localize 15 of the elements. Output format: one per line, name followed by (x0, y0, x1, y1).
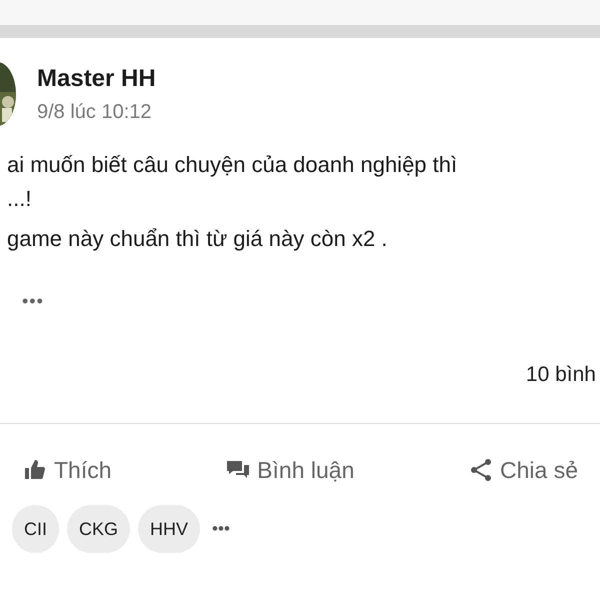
author-name[interactable]: Master HH (37, 64, 156, 94)
more-button[interactable]: ••• (22, 291, 44, 311)
comment-count[interactable]: 10 bình (526, 359, 596, 390)
share-button[interactable]: Chia sẻ (468, 452, 578, 487)
stock-tag[interactable]: HHV (138, 505, 200, 553)
stock-tag[interactable]: CKG (67, 505, 130, 553)
stock-tag[interactable]: CII (12, 505, 60, 553)
comment-button[interactable]: Bình luận (225, 452, 354, 487)
thumbs-up-icon (22, 458, 48, 482)
more-tags-button[interactable]: ••• (212, 516, 230, 542)
post-text-line: ...! (7, 185, 32, 213)
post-text-line: game này chuẩn thì từ giá này còn x2 . (7, 225, 388, 253)
post-text-line: ai muốn biết câu chuyện của doanh nghiệp thì (7, 151, 458, 179)
like-button[interactable]: Thích (22, 452, 112, 487)
post-time: 9/8 lúc 10:12 (37, 100, 153, 124)
